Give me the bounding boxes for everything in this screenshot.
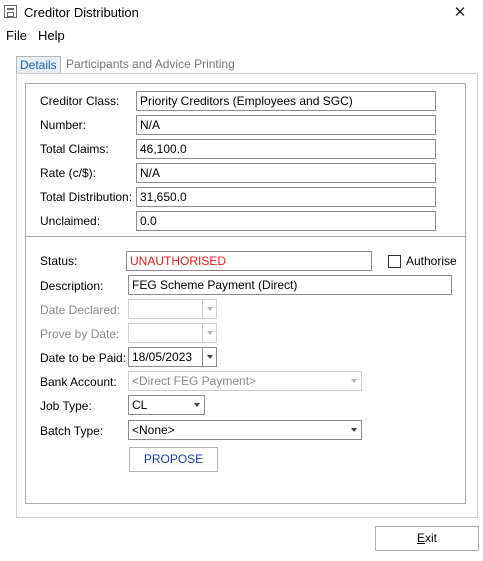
prove-by-date-picker[interactable]	[128, 323, 217, 343]
chevron-down-icon[interactable]	[202, 300, 216, 318]
tab-details[interactable]: Details	[16, 56, 61, 74]
batch-type-label: Batch Type:	[40, 424, 104, 438]
exit-mnemonic: E	[416, 531, 425, 545]
batch-type-value: <None>	[132, 423, 175, 437]
status-field: UNAUTHORISED	[126, 251, 372, 271]
creditor-class-field[interactable]: Priority Creditors (Employees and SGC)	[136, 91, 436, 111]
close-icon[interactable]: ✕	[437, 0, 483, 26]
job-type-value: CL	[132, 398, 148, 412]
number-field[interactable]: N/A	[136, 115, 436, 135]
tab-participants[interactable]: Participants and Advice Printing	[63, 56, 238, 74]
date-to-be-paid-picker[interactable]: 18/05/2023	[128, 347, 217, 367]
date-declared-label: Date Declared:	[40, 303, 121, 317]
menu-help[interactable]: Help	[38, 28, 65, 43]
propose-button[interactable]: PROPOSE	[129, 447, 218, 472]
total-distribution-label: Total Distribution:	[40, 190, 133, 204]
total-claims-field[interactable]: 46,100.0	[136, 139, 436, 159]
chevron-down-icon[interactable]	[347, 372, 361, 390]
menu-file[interactable]: File	[6, 28, 27, 43]
section-divider	[26, 236, 465, 237]
job-type-label: Job Type:	[40, 399, 92, 413]
menu-bar: File Help	[0, 27, 483, 46]
app-icon	[4, 5, 17, 18]
authorise-label[interactable]: Authorise	[406, 254, 457, 268]
date-declared-picker[interactable]	[128, 299, 217, 319]
bank-account-select[interactable]: <Direct FEG Payment>	[128, 371, 362, 391]
prove-by-date-label: Prove by Date:	[40, 327, 120, 341]
creditor-class-label: Creditor Class:	[40, 94, 120, 108]
total-claims-label: Total Claims:	[40, 142, 109, 156]
total-distribution-field[interactable]: 31,650.0	[136, 187, 436, 207]
batch-type-select[interactable]: <None>	[128, 420, 362, 440]
description-field[interactable]: FEG Scheme Payment (Direct)	[128, 275, 452, 295]
date-to-be-paid-label: Date to be Paid:	[40, 351, 127, 365]
description-label: Description:	[40, 279, 104, 293]
job-type-select[interactable]: CL	[128, 395, 205, 415]
chevron-down-icon[interactable]	[202, 348, 216, 366]
exit-label: xit	[425, 531, 437, 545]
unclaimed-label: Unclaimed:	[40, 214, 101, 228]
rate-label: Rate (c/$):	[40, 166, 97, 180]
status-label: Status:	[40, 254, 78, 268]
number-label: Number:	[40, 118, 87, 132]
date-to-be-paid-value: 18/05/2023	[132, 350, 193, 364]
bank-account-value: <Direct FEG Payment>	[132, 374, 257, 388]
title-bar: Creditor Distribution ✕	[0, 0, 483, 26]
chevron-down-icon[interactable]	[347, 421, 361, 439]
unclaimed-field[interactable]: 0.0	[136, 211, 436, 231]
chevron-down-icon[interactable]	[202, 324, 216, 342]
window-title: Creditor Distribution	[24, 5, 139, 20]
exit-button[interactable]: Exit	[375, 526, 479, 551]
bank-account-label: Bank Account:	[40, 375, 117, 389]
rate-field[interactable]: N/A	[136, 163, 436, 183]
authorise-checkbox[interactable]	[388, 255, 401, 268]
chevron-down-icon[interactable]	[190, 396, 204, 414]
